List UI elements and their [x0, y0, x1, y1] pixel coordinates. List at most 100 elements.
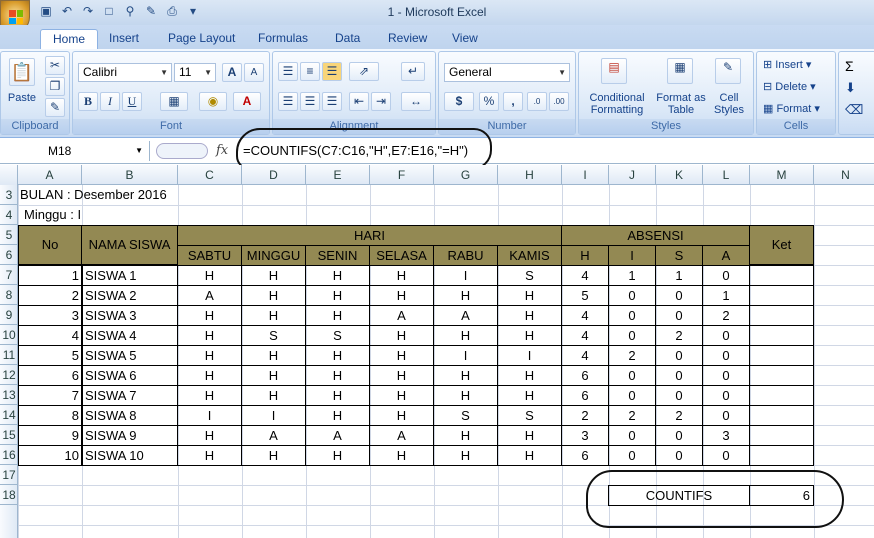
- cell-absensi[interactable]: 0: [655, 385, 703, 406]
- column-header-h[interactable]: H: [498, 165, 562, 185]
- row-header[interactable]: 14: [0, 405, 18, 425]
- decrease-decimal-icon[interactable]: .00: [549, 92, 569, 111]
- align-middle-icon[interactable]: ≡: [300, 62, 320, 81]
- cell-absensi[interactable]: 0: [702, 345, 750, 366]
- cell-hari[interactable]: H: [497, 445, 562, 466]
- cell-absensi[interactable]: 0: [702, 365, 750, 386]
- tab-insert[interactable]: Insert: [109, 29, 139, 49]
- italic-button[interactable]: I: [100, 92, 120, 111]
- cell-no[interactable]: 5: [18, 345, 83, 366]
- cell-no[interactable]: 8: [18, 405, 83, 426]
- cell-ket[interactable]: [749, 405, 814, 426]
- number-format-select[interactable]: General ▼: [444, 63, 570, 82]
- conditional-formatting-button[interactable]: Conditional Formatting: [581, 92, 653, 116]
- cell-no[interactable]: 10: [18, 445, 83, 466]
- cell-hari[interactable]: H: [305, 365, 370, 386]
- cell-nama-siswa[interactable]: SISWA 1: [81, 265, 178, 286]
- cell-hari[interactable]: I: [497, 345, 562, 366]
- cell-absensi[interactable]: 1: [655, 265, 703, 286]
- cell-hari[interactable]: H: [433, 385, 498, 406]
- header-absensi[interactable]: ABSENSI: [561, 225, 750, 246]
- cell-absensi[interactable]: 2: [608, 405, 656, 426]
- cell-absensi[interactable]: 0: [608, 445, 656, 466]
- cell-nama-siswa[interactable]: SISWA 5: [81, 345, 178, 366]
- column-header-f[interactable]: F: [370, 165, 434, 185]
- cell-hari[interactable]: H: [241, 345, 306, 366]
- cell-ket[interactable]: [749, 305, 814, 326]
- cell-absensi[interactable]: 0: [702, 445, 750, 466]
- cell-hari[interactable]: H: [305, 305, 370, 326]
- font-name-select[interactable]: Calibri ▼: [78, 63, 172, 82]
- tab-view[interactable]: View: [452, 29, 478, 49]
- row-header[interactable]: 8: [0, 285, 18, 305]
- cell-hari[interactable]: S: [433, 405, 498, 426]
- cell-hari[interactable]: H: [369, 445, 434, 466]
- column-header-g[interactable]: G: [434, 165, 498, 185]
- row-header[interactable]: 11: [0, 345, 18, 365]
- cell-absensi[interactable]: 0: [608, 365, 656, 386]
- cell-ket[interactable]: [749, 285, 814, 306]
- header-absensi-a[interactable]: A: [702, 245, 750, 266]
- cell-hari[interactable]: H: [241, 445, 306, 466]
- grow-font-button[interactable]: A: [222, 63, 242, 82]
- cell-absensi[interactable]: 2: [608, 345, 656, 366]
- column-header-k[interactable]: K: [656, 165, 703, 185]
- header-day-kamis[interactable]: KAMIS: [497, 245, 562, 266]
- cell-absensi[interactable]: 0: [608, 305, 656, 326]
- cell-hari[interactable]: H: [177, 345, 242, 366]
- wrap-text-icon[interactable]: ↵: [401, 62, 425, 81]
- cell-hari[interactable]: H: [177, 445, 242, 466]
- cell-absensi[interactable]: 2: [655, 405, 703, 426]
- cell-hari[interactable]: H: [497, 305, 562, 326]
- cell-absensi[interactable]: 6: [561, 445, 609, 466]
- insert-cells-button[interactable]: ⊞ Insert ▾: [763, 58, 811, 71]
- row-header[interactable]: 5: [0, 225, 18, 245]
- borders-icon[interactable]: ▦: [160, 92, 188, 111]
- cell-absensi[interactable]: 0: [655, 285, 703, 306]
- cell-ket[interactable]: [749, 365, 814, 386]
- header-absensi-i[interactable]: I: [608, 245, 656, 266]
- column-header-a[interactable]: A: [18, 165, 82, 185]
- currency-button[interactable]: $: [444, 92, 474, 111]
- cell-hari[interactable]: H: [305, 385, 370, 406]
- cell-hari[interactable]: S: [305, 325, 370, 346]
- cell-ket[interactable]: [749, 265, 814, 286]
- cell-hari[interactable]: I: [177, 405, 242, 426]
- comma-button[interactable]: ,: [503, 92, 523, 111]
- cell-absensi[interactable]: 5: [561, 285, 609, 306]
- row-header[interactable]: 12: [0, 365, 18, 385]
- cell-absensi[interactable]: 3: [561, 425, 609, 446]
- cell-hari[interactable]: H: [241, 385, 306, 406]
- percent-button[interactable]: %: [479, 92, 499, 111]
- header-day-rabu[interactable]: RABU: [433, 245, 498, 266]
- paste-icon[interactable]: 📋: [9, 58, 35, 86]
- row-header[interactable]: 16: [0, 445, 18, 465]
- cell-absensi[interactable]: 6: [561, 385, 609, 406]
- column-header-n[interactable]: N: [814, 165, 874, 185]
- delete-cells-button[interactable]: ⊟ Delete ▾: [763, 80, 816, 93]
- font-size-select[interactable]: 11 ▼: [174, 63, 216, 82]
- cell-absensi[interactable]: 0: [608, 325, 656, 346]
- header-day-senin[interactable]: SENIN: [305, 245, 370, 266]
- cell-no[interactable]: 6: [18, 365, 83, 386]
- column-header-c[interactable]: C: [178, 165, 242, 185]
- fill-color-icon[interactable]: ◉: [199, 92, 227, 111]
- cell-absensi[interactable]: 1: [608, 265, 656, 286]
- fill-icon[interactable]: ⬇: [845, 80, 856, 96]
- cell-no[interactable]: 4: [18, 325, 83, 346]
- cell-nama-siswa[interactable]: SISWA 4: [81, 325, 178, 346]
- cell-hari[interactable]: A: [369, 425, 434, 446]
- cell-nama-siswa[interactable]: SISWA 2: [81, 285, 178, 306]
- row-header[interactable]: 7: [0, 265, 18, 285]
- row-header[interactable]: 17: [0, 465, 18, 485]
- header-absensi-h[interactable]: H: [561, 245, 609, 266]
- cell-hari[interactable]: H: [241, 285, 306, 306]
- font-color-icon[interactable]: A: [233, 92, 261, 111]
- paste-button[interactable]: Paste: [6, 92, 38, 104]
- cell-hari[interactable]: H: [369, 405, 434, 426]
- cell-hari[interactable]: H: [497, 385, 562, 406]
- row-header[interactable]: 4: [0, 205, 18, 225]
- tab-data[interactable]: Data: [335, 29, 360, 49]
- tab-home[interactable]: Home: [40, 29, 99, 49]
- cell-no[interactable]: 7: [18, 385, 83, 406]
